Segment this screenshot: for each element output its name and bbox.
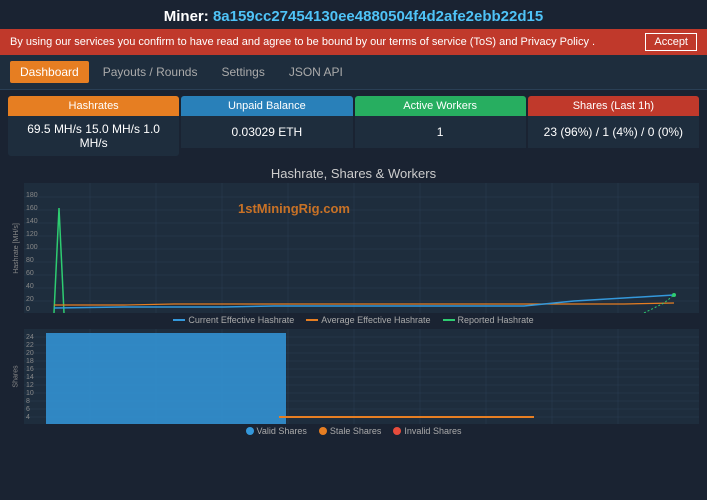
navigation: Dashboard Payouts / Rounds Settings JSON… [0,55,707,90]
legend-stale: Stale Shares [319,426,382,436]
workers-value: 1 [355,116,526,148]
nav-item-settings[interactable]: Settings [211,61,274,83]
legend-invalid: Invalid Shares [393,426,461,436]
workers-label: Active Workers [355,96,526,116]
watermark: 1stMiningRig.com [238,201,350,216]
svg-text:100: 100 [26,244,38,251]
svg-text:140: 140 [26,218,38,225]
svg-text:80: 80 [26,257,34,264]
legend-current-color [173,319,185,321]
svg-text:24: 24 [26,334,34,341]
chart-section: Hashrate, Shares & Workers 1stMiningRig.… [0,162,707,442]
svg-text:0: 0 [26,306,30,313]
alert-message: By using our services you confirm to hav… [10,36,595,48]
unpaid-label: Unpaid Balance [181,96,352,116]
legend-reported-color [443,319,455,321]
svg-text:20: 20 [26,350,34,357]
nav-item-jsonapi[interactable]: JSON API [279,61,353,83]
shares-value: 23 (96%) / 1 (4%) / 0 (0%) [528,116,699,148]
legend-average-color [306,319,318,321]
page-header: Miner: 8a159cc27454130ee4880504f4d2afe2e… [0,0,707,29]
legend-current: Current Effective Hashrate [173,315,294,325]
svg-text:10: 10 [26,390,34,397]
svg-text:18: 18 [26,358,34,365]
svg-text:12: 12 [26,382,34,389]
hashrate-legend: Current Effective Hashrate Average Effec… [8,313,699,327]
svg-text:160: 160 [26,205,38,212]
chart2-y-axis-label: Shares [13,365,20,387]
stat-shares: Shares (Last 1h) 23 (96%) / 1 (4%) / 0 (… [528,96,699,156]
hashrate-chart: 180 160 140 120 100 80 60 40 20 0 [24,183,699,313]
svg-text:4: 4 [26,414,30,421]
chart1-y-axis-label: Hashrate [MH/s] [13,223,20,274]
hashrate-chart-wrapper: 1stMiningRig.com Hashrate [MH/s] [8,183,699,327]
legend-valid-label: Valid Shares [257,426,307,436]
legend-valid: Valid Shares [246,426,307,436]
hashrates-label: Hashrates [8,96,179,116]
svg-text:20: 20 [26,296,34,303]
shares-label: Shares (Last 1h) [528,96,699,116]
svg-text:14: 14 [26,374,34,381]
unpaid-value: 0.03029 ETH [181,116,352,148]
svg-text:16: 16 [26,366,34,373]
legend-stale-color [319,427,327,435]
legend-invalid-label: Invalid Shares [404,426,461,436]
legend-average-label: Average Effective Hashrate [321,315,430,325]
svg-text:180: 180 [26,192,38,199]
legend-stale-label: Stale Shares [330,426,382,436]
miner-label: Miner: [164,8,209,25]
legend-reported: Reported Hashrate [443,315,534,325]
hashrates-value: 69.5 MH/s 15.0 MH/s 1.0 MH/s [8,116,179,156]
accept-button[interactable]: Accept [645,33,697,51]
legend-average: Average Effective Hashrate [306,315,430,325]
alert-bar: By using our services you confirm to hav… [0,29,707,55]
legend-invalid-color [393,427,401,435]
svg-text:120: 120 [26,231,38,238]
stat-unpaid: Unpaid Balance 0.03029 ETH [181,96,352,156]
stat-workers: Active Workers 1 [355,96,526,156]
svg-text:60: 60 [26,270,34,277]
nav-item-payouts[interactable]: Payouts / Rounds [93,61,208,83]
miner-id: 8a159cc27454130ee4880504f4d2afe2ebb22d15 [213,8,543,25]
chart-title: Hashrate, Shares & Workers [8,166,699,181]
legend-current-label: Current Effective Hashrate [188,315,294,325]
legend-reported-label: Reported Hashrate [458,315,534,325]
svg-text:6: 6 [26,406,30,413]
svg-text:8: 8 [26,398,30,405]
stats-row: Hashrates 69.5 MH/s 15.0 MH/s 1.0 MH/s U… [0,90,707,162]
legend-valid-color [246,427,254,435]
svg-text:22: 22 [26,342,34,349]
shares-legend: Valid Shares Stale Shares Invalid Shares [8,424,699,438]
stat-hashrates: Hashrates 69.5 MH/s 15.0 MH/s 1.0 MH/s [8,96,179,156]
shares-chart: 24 22 20 18 16 14 12 10 8 6 4 [24,329,699,424]
svg-text:40: 40 [26,283,34,290]
shares-chart-wrapper: Shares [8,329,699,438]
nav-item-dashboard[interactable]: Dashboard [10,61,89,83]
